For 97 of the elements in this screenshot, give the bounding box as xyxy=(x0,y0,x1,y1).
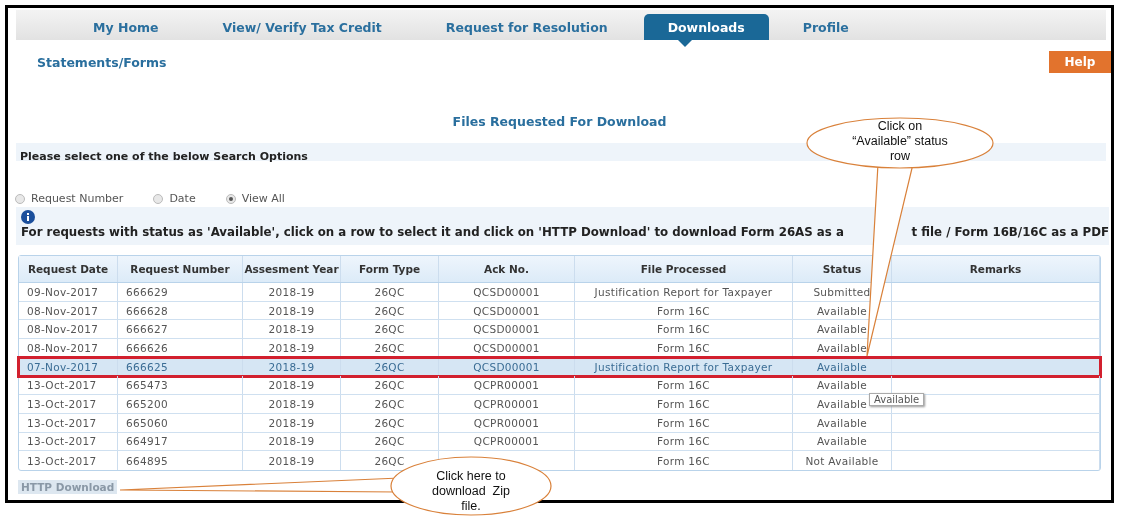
table-row[interactable]: 13-Oct-2017 664917 2018-19 26QC QCPR00001 Form 16C Available xyxy=(19,432,1100,452)
table-cell: Justification Report for Taxpayer xyxy=(594,360,773,373)
column-header: Ack No. xyxy=(439,256,575,282)
info-icon xyxy=(21,210,35,224)
table-cell: Form 16C xyxy=(657,341,710,354)
radio-option[interactable]: Request Number xyxy=(15,192,124,205)
table-cell: 13-Oct-2017 xyxy=(27,454,97,467)
table-cell: 666629 xyxy=(126,285,168,298)
table-cell: 26QC xyxy=(374,323,405,336)
table-cell: QCSD00001 xyxy=(473,360,540,373)
table-cell: 26QC xyxy=(374,435,405,448)
table-cell: 08-Nov-2017 xyxy=(27,323,99,336)
table-cell: Form 16C xyxy=(657,454,710,467)
callout-text: Click here to download Zip file. xyxy=(431,469,511,514)
table-cell: 2018-19 xyxy=(268,341,315,354)
table-cell: 26QC xyxy=(374,416,405,429)
table-cell: 664917 xyxy=(126,435,168,448)
column-header: Request Number xyxy=(118,256,243,282)
nav-tab[interactable]: View/ Verify Tax Credit xyxy=(204,14,400,40)
radio-option[interactable]: View All xyxy=(225,192,285,205)
nav-tab[interactable]: My Home xyxy=(75,14,177,40)
table-row[interactable]: 08-Nov-2017 666627 2018-19 26QC QCSD00001 Form 16C Available xyxy=(19,320,1100,340)
column-header: Form Type xyxy=(341,256,439,282)
table-cell: 665200 xyxy=(126,397,168,410)
radio-option[interactable]: Date xyxy=(153,192,196,205)
column-header: Remarks xyxy=(892,256,1100,282)
column-header: Assesment Year xyxy=(243,256,341,282)
table-cell: Form 16C xyxy=(657,323,710,336)
table-cell: 13-Oct-2017 xyxy=(27,397,97,410)
statements-forms-link[interactable]: Statements/Forms xyxy=(37,54,167,70)
table-cell: Form 16C xyxy=(657,416,710,429)
table-cell: Form 16C xyxy=(657,379,710,392)
table-cell: 2018-19 xyxy=(268,416,315,429)
tooltip: Available xyxy=(869,393,925,406)
table-cell: Form 16C xyxy=(657,435,710,448)
table-cell: QCPR00001 xyxy=(473,435,540,448)
table-cell: 26QC xyxy=(374,285,405,298)
table-cell: 664895 xyxy=(126,454,168,467)
table-cell: 2018-19 xyxy=(268,379,315,392)
table-cell: 2018-19 xyxy=(268,323,315,336)
table-cell: Form 16C xyxy=(657,304,710,317)
callout-text: Click on “Available” status row xyxy=(851,119,949,164)
table-cell: Available xyxy=(816,397,868,410)
table-cell: 2018-19 xyxy=(268,304,315,317)
column-header: Request Date xyxy=(19,256,118,282)
table-cell: QCPR00001 xyxy=(473,397,540,410)
table-cell: 2018-19 xyxy=(268,285,315,298)
table-cell: Not Available xyxy=(805,454,879,467)
table-cell: Available xyxy=(816,435,868,448)
page-title: Files Requested For Download xyxy=(452,114,667,129)
table-cell: 07-Nov-2017 xyxy=(27,360,99,373)
table-cell: QCPR00001 xyxy=(473,379,540,392)
table-cell: 13-Oct-2017 xyxy=(27,379,97,392)
table-cell: QCSD00001 xyxy=(473,323,540,336)
nav-tab[interactable]: Profile xyxy=(784,14,867,40)
table-cell: 666625 xyxy=(126,360,168,373)
table-cell: Available xyxy=(816,379,868,392)
table-cell: 666627 xyxy=(126,323,168,336)
table-cell: Available xyxy=(816,323,868,336)
table-cell: Available xyxy=(816,360,868,373)
table-cell: Available xyxy=(816,341,868,354)
table-cell: Submitted xyxy=(813,285,871,298)
nav-tab[interactable]: Request for Resolution xyxy=(427,14,626,40)
table-cell: 26QC xyxy=(374,341,405,354)
table-row[interactable]: 07-Nov-2017 666625 2018-19 26QC QCSD00001 Justification Report for Taxpayer Available xyxy=(19,357,1100,377)
table-cell: 26QC xyxy=(374,454,405,467)
table-cell: 665060 xyxy=(126,416,168,429)
pointer-icon xyxy=(677,40,692,47)
table-cell: 09-Nov-2017 xyxy=(27,285,99,298)
table-cell: 665473 xyxy=(126,379,168,392)
table-cell: QCSD00001 xyxy=(473,285,540,298)
table-cell: 2018-19 xyxy=(268,435,315,448)
table-cell: QCSD00001 xyxy=(473,341,540,354)
table-cell: QCPR00001 xyxy=(473,416,540,429)
table-cell: Justification Report for Taxpayer xyxy=(594,285,773,298)
table-cell: 26QC xyxy=(374,304,405,317)
table-cell: QCSD00001 xyxy=(473,304,540,317)
column-header: File Processed xyxy=(575,256,793,282)
table-cell: 08-Nov-2017 xyxy=(27,341,99,354)
table-cell: 08-Nov-2017 xyxy=(27,304,99,317)
table-cell: 2018-19 xyxy=(268,397,315,410)
table-cell: 666628 xyxy=(126,304,168,317)
table-cell: 26QC xyxy=(374,379,405,392)
table-cell: 666626 xyxy=(126,341,168,354)
table-cell: Form 16C xyxy=(657,397,710,410)
table-cell: 13-Oct-2017 xyxy=(27,435,97,448)
table-cell: 2018-19 xyxy=(268,454,315,467)
table-cell: Available xyxy=(816,304,868,317)
info-text: For requests with status as 'Available', click on a row to select it and click on 'HTTP Download' to download Form 26AS as a xyxy=(21,225,844,239)
table-cell: 13-Oct-2017 xyxy=(27,416,97,429)
table-cell: Available xyxy=(816,416,868,429)
table-cell: 26QC xyxy=(374,360,405,373)
table-row[interactable]: 13-Oct-2017 665060 2018-19 26QC QCPR00001 Form 16C Available xyxy=(19,413,1100,433)
search-options-heading: Please select one of the below Search Options xyxy=(20,150,308,163)
info-text: t file / Form 16B/16C as a PDF xyxy=(911,225,1109,239)
table-cell: 2018-19 xyxy=(268,360,315,373)
table-cell: 26QC xyxy=(374,397,405,410)
